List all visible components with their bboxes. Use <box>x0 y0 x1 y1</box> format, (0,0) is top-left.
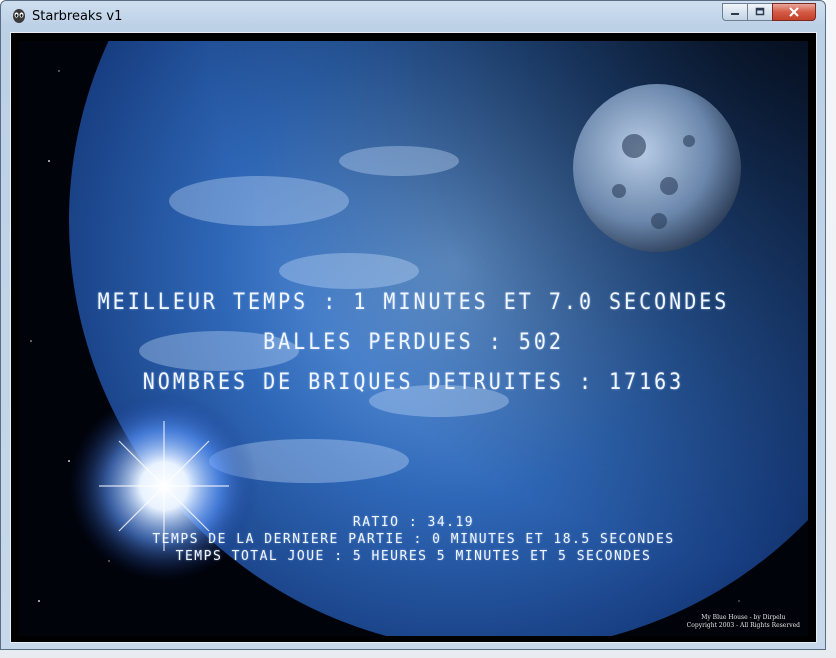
credit-line-1: My Blue House - by Dirpelu <box>701 614 786 621</box>
close-button[interactable] <box>772 3 816 21</box>
title-bar[interactable]: Starbreaks v1 <box>1 1 825 31</box>
best-time-text: MEILLEUR TEMPS : 1 MINUTES ET 7.0 SECOND… <box>97 287 730 315</box>
credit-line-2: Copyright 2003 - All Rights Reserved <box>686 622 800 629</box>
window-controls <box>722 3 816 23</box>
client-area: MEILLEUR TEMPS : 1 MINUTES ET 7.0 SECOND… <box>10 32 817 643</box>
app-window: Starbreaks v1 MEILLEUR TEMPS: 1 MINUTES… <box>0 0 826 650</box>
bricks-destroyed-text: NOMBRES DE BRIQUES DETRUITES : 17163 <box>142 367 685 395</box>
close-icon <box>789 7 799 17</box>
wallpaper-credit: My Blue House - by Dirpelu Copyright 200… <box>687 614 800 630</box>
total-time-text: TEMPS TOTAL JOUE : 5 HEURES 5 MINUTES ET… <box>175 549 652 564</box>
taskbar-strip <box>0 650 836 658</box>
last-game-time-text: TEMPS DE LA DERNIERE PARTIE : 0 MINUTES … <box>152 532 675 547</box>
game-canvas[interactable]: MEILLEUR TEMPS : 1 MINUTES ET 7.0 SECOND… <box>19 41 808 636</box>
maximize-icon <box>755 7 765 16</box>
minimize-icon <box>731 13 739 15</box>
desktop-background <box>826 0 836 658</box>
ratio-text: RATIO : 34.19 <box>352 515 475 530</box>
minimize-button[interactable] <box>722 3 748 21</box>
balls-lost-text: BALLES PERDUES : 502 <box>263 327 564 355</box>
window-title: Starbreaks v1 <box>32 9 123 24</box>
alien-icon[interactable] <box>11 8 27 24</box>
maximize-button[interactable] <box>747 3 773 21</box>
